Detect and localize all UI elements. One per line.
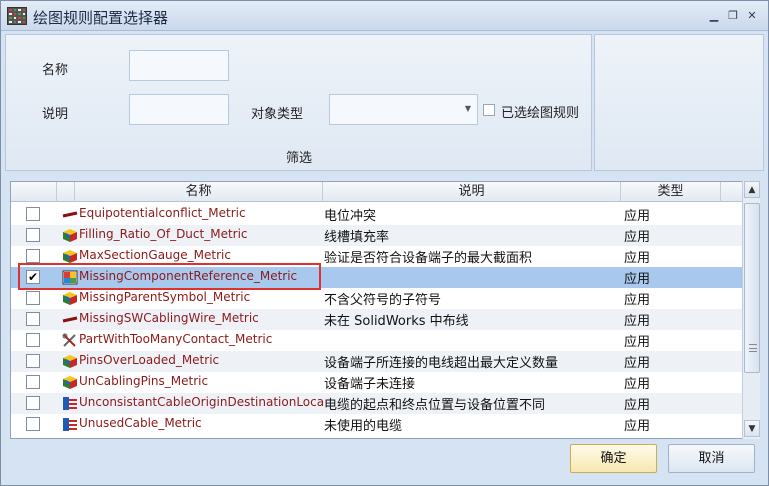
table-row[interactable]: MissingSWCablingWire_Metric 未在 SolidWorks… xyxy=(11,309,743,330)
selected-rules-label: 已选绘图规则 xyxy=(501,106,580,121)
grid-header: 名称 说明 类型 xyxy=(11,182,743,202)
header-description[interactable]: 说明 xyxy=(323,182,621,202)
grid-app-icon xyxy=(7,7,27,25)
rule-type: 应用 xyxy=(624,251,651,266)
rule-description: 验证是否符合设备端子的最大截面积 xyxy=(324,251,533,266)
header-icon-col xyxy=(57,182,75,202)
grip-icon xyxy=(749,344,757,352)
rule-name: Equipotentialconflict_Metric xyxy=(79,206,246,220)
ok-button[interactable]: 确定 xyxy=(570,444,657,473)
row-checkbox[interactable] xyxy=(26,207,40,221)
row-checkbox[interactable] xyxy=(26,354,40,368)
table-row[interactable]: UnCablingPins_Metric 设备端子未连接 应用 xyxy=(11,372,743,393)
rule-name: MaxSectionGauge_Metric xyxy=(79,248,231,262)
cube-icon xyxy=(62,228,78,243)
row-checkbox[interactable] xyxy=(26,417,40,431)
rule-type: 应用 xyxy=(624,356,651,371)
cube-icon xyxy=(62,375,78,390)
close-icon[interactable]: ✕ xyxy=(744,9,760,23)
header-name[interactable]: 名称 xyxy=(75,182,323,202)
row-checkbox[interactable] xyxy=(26,291,40,305)
filter-side-panel xyxy=(594,34,764,171)
row-checkbox[interactable] xyxy=(26,396,40,410)
restore-icon[interactable]: ❐ xyxy=(725,9,741,23)
table-row[interactable]: PinsOverLoaded_Metric 设备端子所连接的电线超出最大定义数量 应… xyxy=(11,351,743,372)
tools-icon xyxy=(62,333,78,348)
object-type-label: 对象类型 xyxy=(251,107,304,122)
rule-name: MissingSWCablingWire_Metric xyxy=(79,311,259,325)
table-row[interactable]: UnusedCable_Metric 未使用的电缆 应用 xyxy=(11,414,743,435)
rule-type: 应用 xyxy=(624,335,651,350)
rule-name: Filling_Ratio_Of_Duct_Metric xyxy=(79,227,248,241)
chevron-down-icon: ▼ xyxy=(464,104,471,113)
desc-label: 说明 xyxy=(42,107,69,122)
rule-type: 应用 xyxy=(624,314,651,329)
cancel-button[interactable]: 取消 xyxy=(668,444,755,473)
row-checkbox[interactable] xyxy=(26,249,40,263)
rule-description: 线槽填充率 xyxy=(324,230,390,245)
minimize-icon[interactable]: ▁ xyxy=(706,9,722,23)
selection-highlight-box xyxy=(18,263,321,290)
scroll-thumb[interactable] xyxy=(744,203,760,373)
window-title: 绘图规则配置选择器 xyxy=(33,9,169,27)
wire-icon xyxy=(62,312,78,327)
rule-type: 应用 xyxy=(624,272,651,287)
rule-type: 应用 xyxy=(624,419,651,434)
rule-name: PartWithTooManyContact_Metric xyxy=(79,332,273,346)
vertical-scrollbar[interactable]: ▲ ▼ xyxy=(742,181,760,439)
dialog-window: 绘图规则配置选择器 ▁ ❐ ✕ 名称 说明 对象类型 筛选 ▼ 已选绘图规则 名… xyxy=(0,0,769,486)
table-row[interactable]: Equipotentialconflict_Metric 电位冲突 应用 xyxy=(11,204,743,225)
table-row[interactable]: UnconsistantCableOriginDestinationLocat.… xyxy=(11,393,743,414)
rule-name: MissingParentSymbol_Metric xyxy=(79,290,251,304)
desc-input[interactable] xyxy=(129,94,229,125)
cube-icon xyxy=(62,354,78,369)
scroll-up-icon[interactable]: ▲ xyxy=(744,181,760,198)
rule-description: 未在 SolidWorks 中布线 xyxy=(324,314,469,329)
rule-description: 设备端子未连接 xyxy=(324,377,416,392)
table-row[interactable]: MissingParentSymbol_Metric 不含父符号的子符号 应用 xyxy=(11,288,743,309)
name-input[interactable] xyxy=(129,50,229,81)
rule-name: UnCablingPins_Metric xyxy=(79,374,209,388)
rule-description: 电缆的起点和终点位置与设备位置不同 xyxy=(324,398,546,413)
rule-type: 应用 xyxy=(624,293,651,308)
rule-type: 应用 xyxy=(624,398,651,413)
rule-type: 应用 xyxy=(624,230,651,245)
cube-icon xyxy=(62,291,78,306)
name-label: 名称 xyxy=(42,63,69,78)
rule-name: UnconsistantCableOriginDestinationLocat.… xyxy=(79,395,323,409)
filter-caption: 筛选 xyxy=(286,151,313,166)
rule-description: 电位冲突 xyxy=(324,209,377,224)
rule-type: 应用 xyxy=(624,209,651,224)
title-bar[interactable]: 绘图规则配置选择器 ▁ ❐ ✕ xyxy=(1,1,768,31)
rule-description: 设备端子所连接的电线超出最大定义数量 xyxy=(324,356,559,371)
rule-name: PinsOverLoaded_Metric xyxy=(79,353,220,367)
row-checkbox[interactable] xyxy=(26,312,40,326)
selected-rules-checkbox[interactable] xyxy=(483,104,495,116)
row-checkbox[interactable] xyxy=(26,375,40,389)
table-row[interactable]: Filling_Ratio_Of_Duct_Metric 线槽填充率 应用 xyxy=(11,225,743,246)
cable-icon xyxy=(62,396,78,411)
header-checkbox-col xyxy=(11,182,57,202)
cable-icon xyxy=(62,417,78,432)
object-type-dropdown[interactable]: ▼ xyxy=(329,94,478,125)
rule-description: 未使用的电缆 xyxy=(324,419,403,434)
row-checkbox[interactable] xyxy=(26,333,40,347)
rule-type: 应用 xyxy=(624,377,651,392)
cube-icon xyxy=(62,249,78,264)
header-type[interactable]: 类型 xyxy=(621,182,721,202)
rule-name: UnusedCable_Metric xyxy=(79,416,202,430)
rule-description: 不含父符号的子符号 xyxy=(324,293,442,308)
scroll-down-icon[interactable]: ▼ xyxy=(744,420,760,437)
row-checkbox[interactable] xyxy=(26,228,40,242)
wire-icon xyxy=(62,207,78,222)
table-row[interactable]: PartWithTooManyContact_Metric 应用 xyxy=(11,330,743,351)
rules-grid: 名称 说明 类型 Equipotentialconflict_Metric 电位冲… xyxy=(10,181,760,439)
